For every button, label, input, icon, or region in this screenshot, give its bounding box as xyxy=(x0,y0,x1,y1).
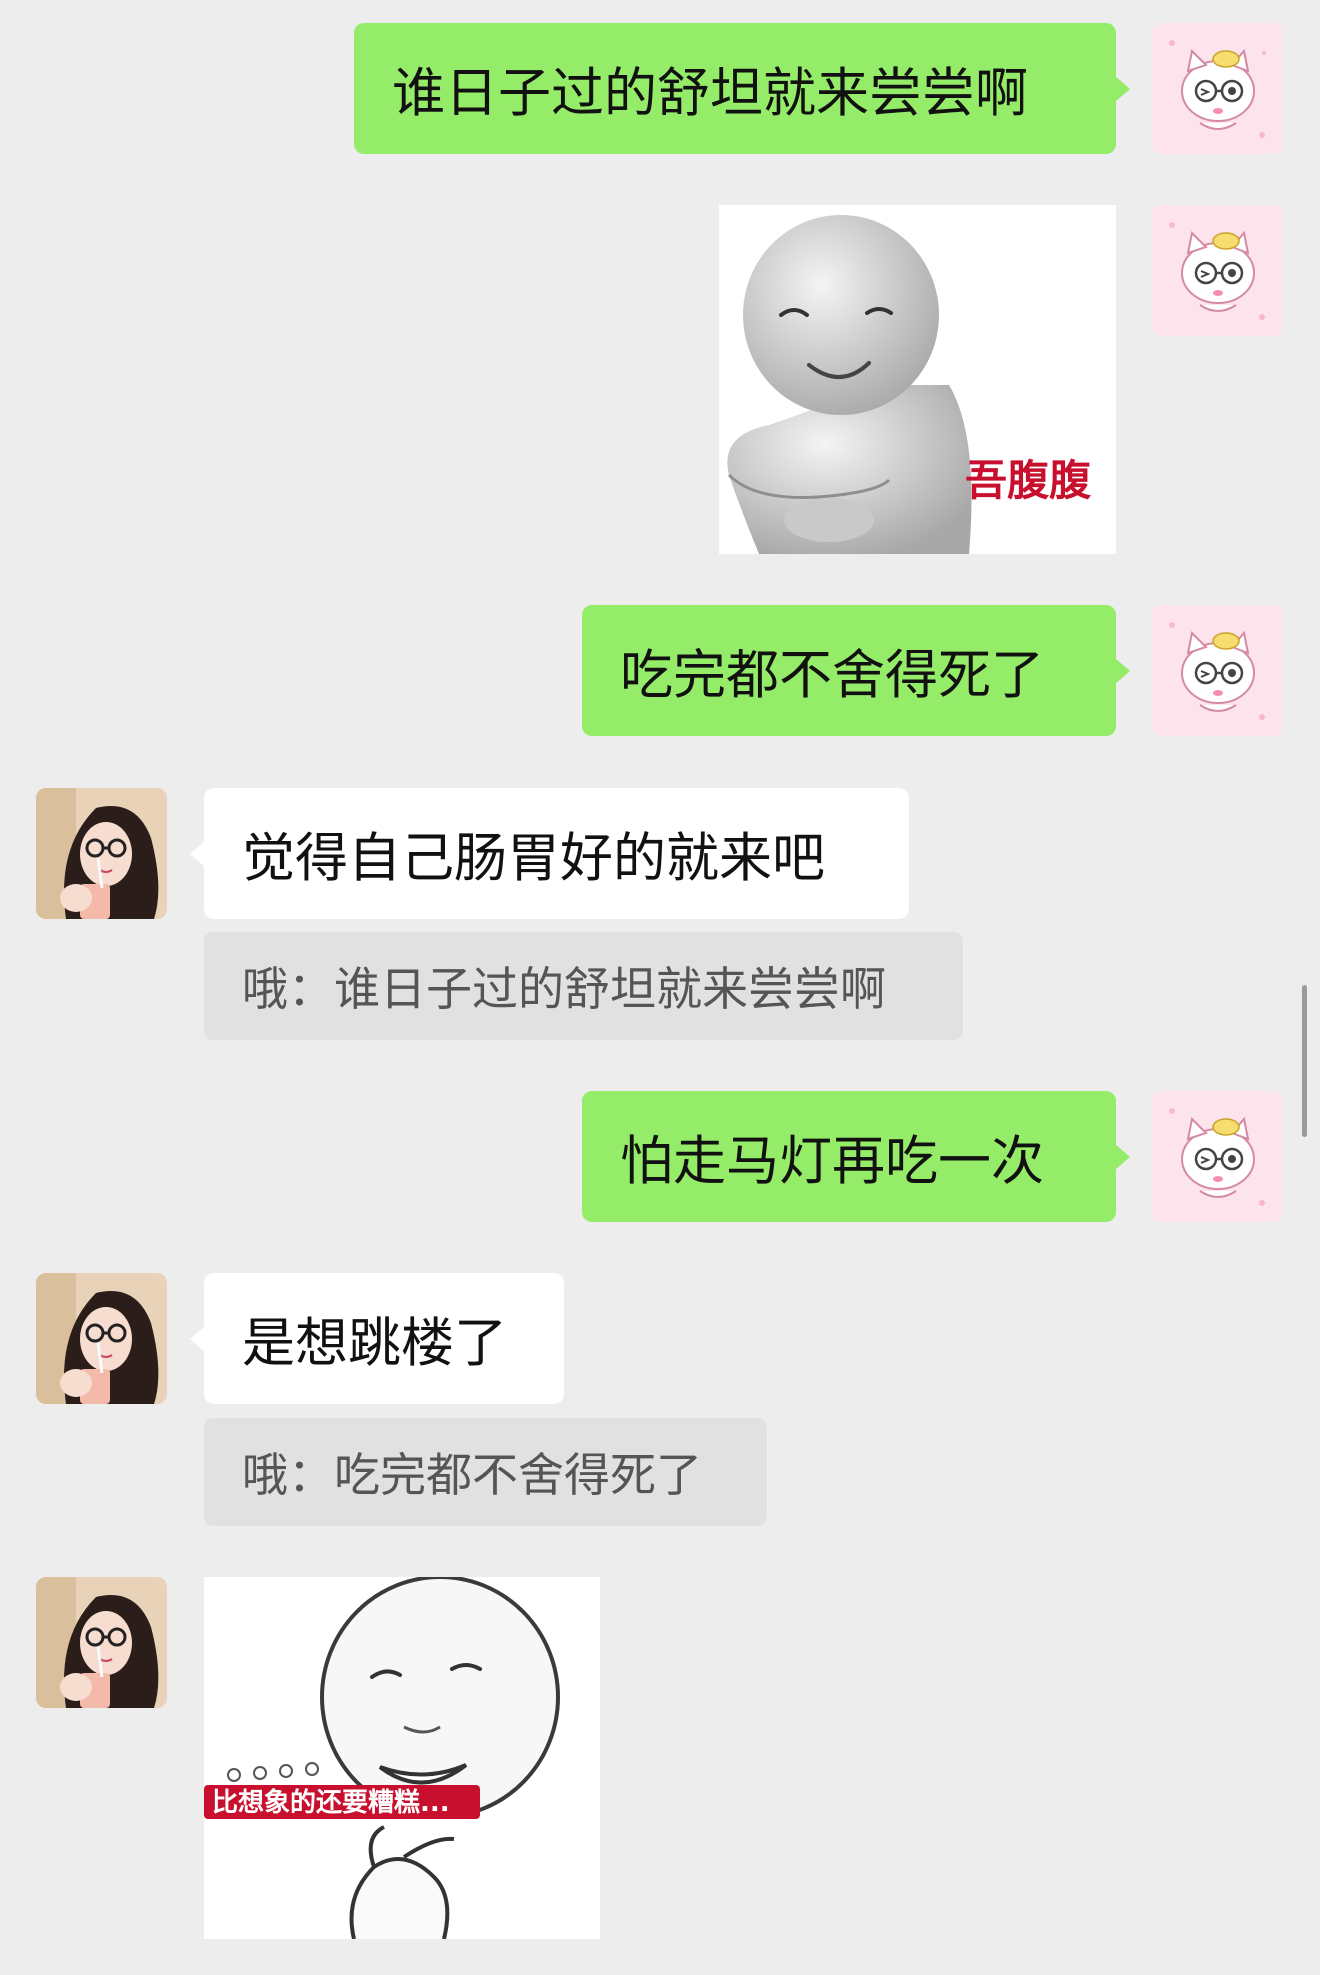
cat-avatar-icon xyxy=(1152,205,1283,336)
chat-area: 谁日子过的舒坦就来尝尝啊 吾腹腹 吃完都不舍得死了 觉得自己肠胃好的就来吧 哦：… xyxy=(0,0,1320,1975)
my-avatar[interactable] xyxy=(1152,205,1283,336)
my-message-bubble[interactable]: 谁日子过的舒坦就来尝尝啊 xyxy=(354,23,1130,154)
sketch-face-sticker: 比想象的还要糟糕... xyxy=(204,1577,600,1939)
contact-avatar[interactable] xyxy=(36,788,167,919)
sticker-caption: 吾腹腹 xyxy=(965,456,1092,505)
message-text: 觉得自己肠胃好的就来吧 xyxy=(242,827,825,889)
contact-message-bubble[interactable]: 觉得自己肠胃好的就来吧 xyxy=(190,788,909,919)
sticker-caption: 比想象的还要糟糕... xyxy=(212,1787,450,1818)
scrollbar[interactable] xyxy=(1302,985,1307,1137)
girl-photo-avatar-icon xyxy=(36,1577,167,1708)
message-text: 谁日子过的舒坦就来尝尝啊 xyxy=(392,62,1028,124)
cat-avatar-icon xyxy=(1152,605,1283,736)
girl-photo-avatar-icon xyxy=(36,788,167,919)
my-avatar[interactable] xyxy=(1152,1091,1283,1222)
message-text: 吃完都不舍得死了 xyxy=(620,644,1044,706)
contact-message-bubble[interactable]: 是想跳楼了 xyxy=(190,1273,564,1404)
my-sticker[interactable]: 吾腹腹 xyxy=(719,205,1116,554)
message-text: 怕走马灯再吃一次 xyxy=(620,1130,1044,1192)
girl-photo-avatar-icon xyxy=(36,1273,167,1404)
quote-text: 哦：谁日子过的舒坦就来尝尝啊 xyxy=(242,962,886,1016)
cat-avatar-icon xyxy=(1152,23,1283,154)
quoted-reply[interactable]: 哦：吃完都不舍得死了 xyxy=(204,1418,767,1526)
message-text: 是想跳楼了 xyxy=(242,1312,507,1374)
my-avatar[interactable] xyxy=(1152,605,1283,736)
grey-round-head-sticker: 吾腹腹 xyxy=(719,205,1116,554)
quote-text: 哦：吃完都不舍得死了 xyxy=(242,1448,702,1502)
my-message-bubble[interactable]: 吃完都不舍得死了 xyxy=(582,605,1130,736)
my-message-bubble[interactable]: 怕走马灯再吃一次 xyxy=(582,1091,1130,1222)
cat-avatar-icon xyxy=(1152,1091,1283,1222)
quoted-reply[interactable]: 哦：谁日子过的舒坦就来尝尝啊 xyxy=(204,932,963,1040)
contact-sticker[interactable]: 比想象的还要糟糕... xyxy=(204,1577,600,1939)
contact-avatar[interactable] xyxy=(36,1577,167,1708)
contact-avatar[interactable] xyxy=(36,1273,167,1404)
my-avatar[interactable] xyxy=(1152,23,1283,154)
